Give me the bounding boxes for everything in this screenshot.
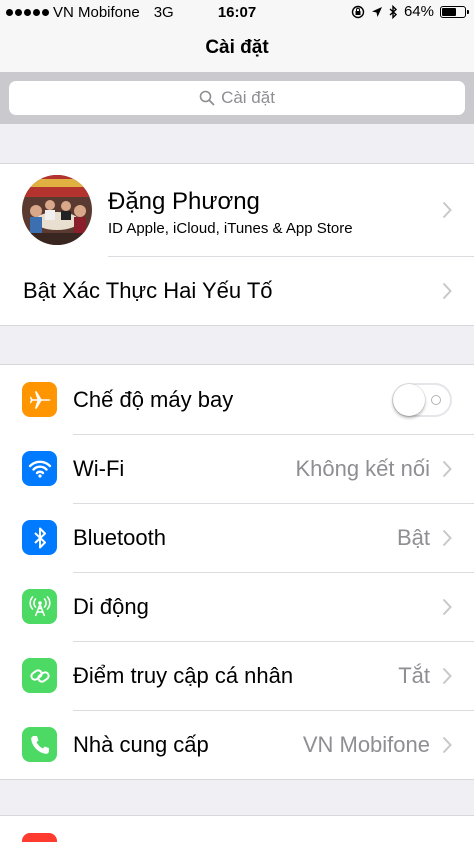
status-bar: VN Mobifone 3G 16:07 64% [0,0,474,24]
carrier-row[interactable]: Nhà cung cấp VN Mobifone [0,710,474,779]
wifi-label: Wi-Fi [73,455,125,481]
search-icon [199,90,215,106]
wifi-value: Không kết nối [295,455,430,481]
chevron-right-icon [442,529,452,546]
chevron-right-icon [442,598,452,615]
chevron-right-icon [442,667,452,684]
status-right: 64% [351,3,469,20]
profile-row[interactable]: Đặng Phương ID Apple, iCloud, iTunes & A… [0,164,474,256]
profile-info: Đặng Phương ID Apple, iCloud, iTunes & A… [108,188,353,237]
battery-level [442,7,457,16]
avatar [22,175,92,245]
toggle-off-indicator [431,395,441,405]
hotspot-value: Tắt [398,662,430,688]
chevron-right-icon [442,460,452,477]
cellular-icon [22,589,57,624]
hotspot-icon [22,658,57,693]
location-icon [371,6,382,17]
notifications-icon [22,833,57,842]
page-title: Cài đặt [205,37,269,58]
bluetooth-status-icon [389,4,397,19]
cellular-label: Di động [73,593,149,619]
wifi-icon [22,451,57,486]
airplane-mode-row[interactable]: Chế độ máy bay [0,365,474,434]
account-group: Đặng Phương ID Apple, iCloud, iTunes & A… [0,163,474,326]
chevron-right-icon [442,736,452,753]
toggle-knob [393,384,425,416]
profile-name: Đặng Phương [108,188,260,215]
carrier-value: VN Mobifone [302,731,430,757]
airplane-mode-label: Chế độ máy bay [73,386,234,412]
bluetooth-label: Bluetooth [73,524,166,550]
airplane-icon [22,382,57,417]
bluetooth-value: Bật [396,524,430,550]
airplane-mode-toggle[interactable] [392,383,452,417]
battery-percent: 64% [403,3,434,20]
hotspot-row[interactable]: Điểm truy cập cá nhân Tắt [0,641,474,710]
profile-subtitle: ID Apple, iCloud, iTunes & App Store [108,220,353,237]
connectivity-group: Chế độ máy bay Wi-Fi Không kết nối Bluet [0,364,474,780]
bluetooth-icon [22,520,57,555]
search-placeholder: Cài đặt [221,88,275,107]
chevron-right-icon [442,201,452,219]
navigation-bar: Cài đặt [0,24,474,72]
battery-icon [440,5,469,18]
phone-icon [22,727,57,762]
hotspot-label: Điểm truy cập cá nhân [73,662,294,688]
cellular-row[interactable]: Di động [0,572,474,641]
rotation-lock-icon [351,5,365,18]
wifi-row[interactable]: Wi-Fi Không kết nối [0,434,474,503]
bluetooth-row[interactable]: Bluetooth Bật [0,503,474,572]
carrier-label: Nhà cung cấp [73,731,209,757]
next-group-partial [0,815,474,842]
search-area: Cài đặt [0,72,474,124]
two-factor-label: Bật Xác Thực Hai Yếu Tố [23,277,273,303]
chevron-right-icon [442,282,452,299]
search-input[interactable]: Cài đặt [9,81,465,115]
two-factor-row[interactable]: Bật Xác Thực Hai Yếu Tố [0,256,474,325]
